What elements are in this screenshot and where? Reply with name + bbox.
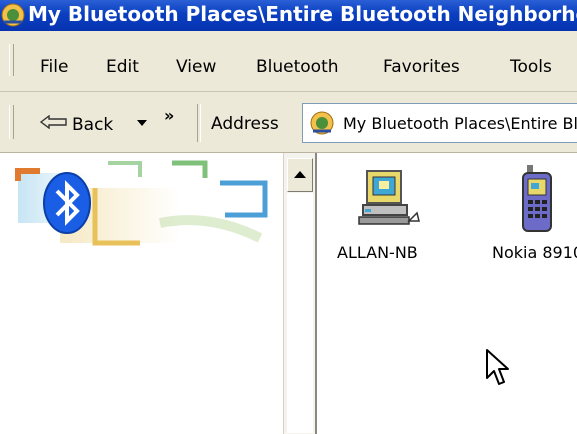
arrow-up-icon [294, 171, 306, 178]
computer-icon [358, 170, 420, 225]
device-name: Nokia 8910 [492, 243, 577, 262]
menu-bar-grip[interactable] [9, 44, 14, 76]
address-value: My Bluetooth Places\Entire Bluetooth Nei… [343, 114, 577, 133]
title-bar[interactable]: My Bluetooth Places\Entire Bluetooth Nei… [0, 0, 577, 31]
toolbar-separator [197, 104, 201, 142]
scroll-up-button[interactable] [287, 158, 313, 192]
bluetooth-banner-graphic [15, 160, 268, 246]
mouse-pointer-icon [486, 349, 509, 385]
mobile-phone-icon [522, 165, 552, 232]
menu-bluetooth[interactable]: Bluetooth [256, 57, 339, 77]
left-pane-scrollbar[interactable] [283, 153, 316, 434]
menu-view[interactable]: View [176, 57, 216, 77]
menu-edit[interactable]: Edit [106, 57, 139, 77]
scroll-track[interactable] [287, 193, 313, 433]
bluetooth-places-icon [310, 111, 334, 135]
toolbar-more-chevron[interactable]: » [164, 106, 174, 125]
menu-tools[interactable]: Tools [510, 57, 552, 77]
back-dropdown-icon[interactable] [135, 118, 149, 128]
address-toolbar: Back » Address My Bluetooth Places\Entir… [0, 92, 577, 153]
window-title: My Bluetooth Places\Entire Bluetooth Nei… [28, 2, 577, 26]
left-task-pane [0, 153, 283, 434]
bluetooth-places-icon [1, 3, 25, 27]
back-arrow-icon [40, 115, 67, 129]
address-label: Address [211, 114, 279, 134]
address-field[interactable]: My Bluetooth Places\Entire Bluetooth Nei… [302, 103, 577, 143]
device-list-pane: ALLAN-NB Nokia 8910 [317, 153, 577, 434]
menu-bar: File Edit View Bluetooth Favorites Tools [0, 31, 577, 92]
menu-file[interactable]: File [40, 57, 68, 77]
toolbar-grip[interactable] [9, 105, 14, 139]
device-name: ALLAN-NB [337, 243, 418, 262]
menu-favorites[interactable]: Favorites [383, 57, 460, 77]
back-label: Back [72, 115, 114, 135]
